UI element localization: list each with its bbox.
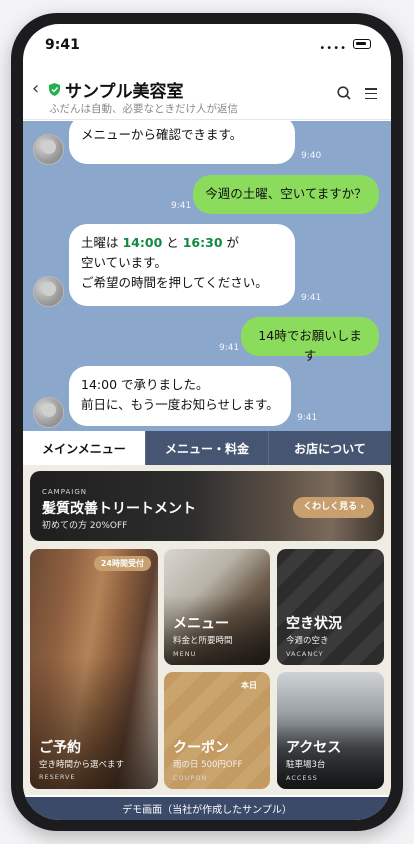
- access-subtitle: 駐車場3台: [286, 760, 326, 770]
- coupon-en-label: COUPON: [173, 774, 208, 782]
- tab-main-menu[interactable]: メインメニュー: [23, 431, 145, 465]
- coupon-badge: 本日: [241, 681, 257, 690]
- shop-message: メニューから確認できます。: [69, 121, 295, 164]
- chat-title: サンプル美容室: [65, 82, 184, 102]
- menu-en-label: MENU: [173, 650, 197, 658]
- message-line: 14:00 で承りました。: [81, 377, 209, 392]
- coupon-title: クーポン: [173, 740, 229, 756]
- status-time: 9:41: [45, 37, 80, 53]
- message-time: 9:41: [219, 343, 240, 353]
- back-icon[interactable]: ‹: [32, 78, 39, 99]
- rich-menu-tabs: メインメニュー メニュー・料金 お店について: [23, 431, 391, 465]
- vacancy-card[interactable]: 空き状況 今週の空き VACANCY: [277, 549, 384, 665]
- reserve-card[interactable]: 24時間受付 ご予約 空き時間から選べます RESERVE: [30, 549, 158, 789]
- chat-area[interactable]: メニューから確認できます。 9:40 9:41 今週の土曜、空いてますか？ 土曜…: [23, 121, 391, 431]
- user-message: 14時でお願いします: [241, 317, 379, 363]
- time-option-1630[interactable]: 16:30: [183, 235, 223, 250]
- banner-title: 髪質改善トリートメント: [42, 501, 196, 517]
- hamburger-menu-icon[interactable]: [365, 88, 377, 102]
- status-bar: 9:41 ••••: [23, 24, 391, 64]
- shop-message: 14:00 で承りました。 前日に、もう一度お知らせします。: [69, 366, 291, 426]
- reserve-en-label: RESERVE: [39, 773, 76, 781]
- access-en-label: ACCESS: [286, 774, 318, 782]
- message-line: 土曜は 14:00 と 16:30 が: [81, 233, 283, 253]
- reserve-badge: 24時間受付: [93, 556, 151, 571]
- screen: 9:41 •••• ‹ サンプル美容室 ふだんは自動、必要なときだけ人が返信 メ…: [23, 24, 391, 820]
- time-option-14[interactable]: 14:00: [122, 235, 162, 250]
- chat-header: ‹ サンプル美容室 ふだんは自動、必要なときだけ人が返信: [23, 64, 391, 120]
- reserve-subtitle: 空き時間から選べます: [39, 760, 125, 770]
- text-segment: と: [162, 235, 183, 250]
- message-line: 今週の土曜、空いてますか？: [205, 186, 367, 201]
- campaign-banner[interactable]: CAMPAIGN 髪質改善トリートメント 初めての方 20%OFF くわしく見る…: [30, 471, 384, 541]
- signal-icon: ••••: [319, 43, 347, 54]
- text-segment: 土曜は: [81, 235, 123, 250]
- battery-icon: [353, 39, 371, 49]
- message-line: 空いています。: [81, 255, 167, 270]
- access-card[interactable]: アクセス 駐車場3台 ACCESS: [277, 672, 384, 789]
- message-line: ご希望の時間を押してください。: [81, 275, 268, 290]
- shop-avatar[interactable]: [33, 397, 64, 428]
- menu-title: メニュー: [173, 616, 229, 632]
- message-line: メニューから確認できます。: [81, 127, 243, 142]
- access-title: アクセス: [286, 740, 342, 756]
- chat-subtitle: ふだんは自動、必要なときだけ人が返信: [49, 103, 238, 115]
- message-time: 9:41: [297, 413, 318, 423]
- vacancy-subtitle: 今週の空き: [286, 636, 329, 646]
- message-line: 前日に、もう一度お知らせします。: [81, 397, 279, 412]
- tab-about-shop[interactable]: お店について: [268, 431, 391, 465]
- phone-frame: 9:41 •••• ‹ サンプル美容室 ふだんは自動、必要なときだけ人が返信 メ…: [11, 13, 403, 831]
- user-message: 今週の土曜、空いてますか？: [193, 175, 379, 214]
- vacancy-en-label: VACANCY: [286, 650, 324, 658]
- banner-details-button[interactable]: くわしく見る ›: [293, 497, 374, 518]
- message-time: 9:41: [301, 293, 322, 303]
- reserve-title: ご予約: [39, 740, 81, 756]
- search-icon[interactable]: [337, 86, 351, 100]
- text-segment: が: [222, 235, 240, 250]
- verified-shield-icon: [49, 83, 60, 96]
- coupon-subtitle: 雨の日 500円OFF: [173, 760, 243, 770]
- shop-avatar[interactable]: [33, 276, 64, 307]
- shop-avatar[interactable]: [33, 134, 64, 165]
- demo-label-bar: デモ画面（当社が作成したサンプル）: [23, 797, 391, 820]
- message-time: 9:41: [171, 201, 192, 211]
- message-line: 14時でお願いします: [258, 328, 362, 363]
- rich-menu: CAMPAIGN 髪質改善トリートメント 初めての方 20%OFF くわしく見る…: [23, 465, 391, 795]
- menu-subtitle: 料金と所要時間: [173, 636, 233, 646]
- tab-menu-price[interactable]: メニュー・料金: [145, 431, 268, 465]
- shop-message: 土曜は 14:00 と 16:30 が 空いています。 ご希望の時間を押してくだ…: [69, 224, 295, 306]
- message-time: 9:40: [301, 151, 322, 161]
- banner-subtitle: 初めての方 20%OFF: [42, 521, 128, 531]
- menu-card[interactable]: メニュー 料金と所要時間 MENU: [164, 549, 270, 665]
- banner-kicker: CAMPAIGN: [42, 488, 88, 496]
- vacancy-title: 空き状況: [286, 616, 342, 632]
- coupon-card[interactable]: 本日 クーポン 雨の日 500円OFF COUPON: [164, 672, 270, 789]
